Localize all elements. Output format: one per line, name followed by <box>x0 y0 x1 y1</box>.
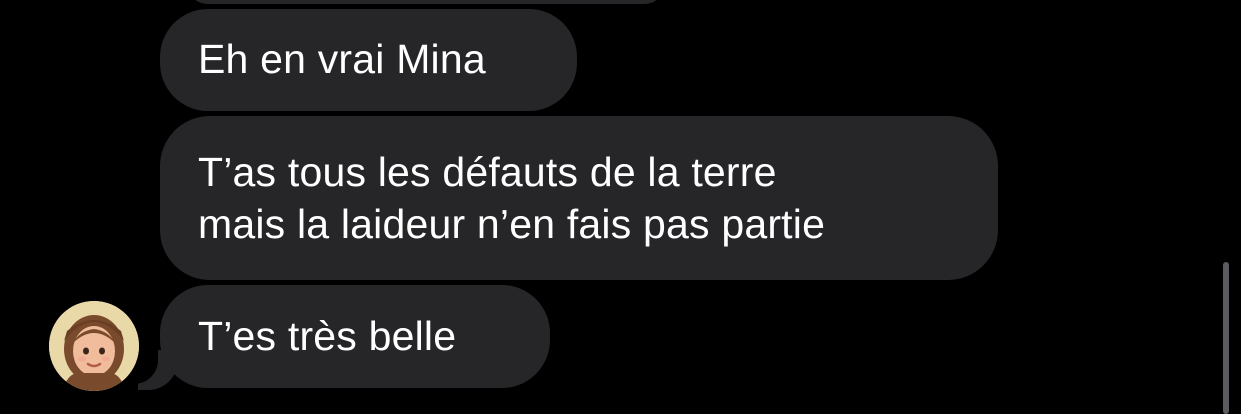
avatar-illustration <box>49 301 139 391</box>
message-bubble[interactable]: T’es très belle <box>160 285 550 388</box>
memoji-avatar-icon[interactable] <box>49 301 139 391</box>
message-bubble[interactable]: T’as tous les défauts de la terre mais l… <box>160 116 998 280</box>
message-bubble[interactable]: Eh en vrai Mina <box>160 9 577 111</box>
message-text: T’as tous les défauts de la terre mais l… <box>198 149 826 247</box>
scrollbar[interactable] <box>1223 262 1229 414</box>
message-text: Eh en vrai Mina <box>198 36 486 82</box>
message-bubble[interactable] <box>186 0 666 4</box>
message-text: T’es très belle <box>198 313 457 359</box>
